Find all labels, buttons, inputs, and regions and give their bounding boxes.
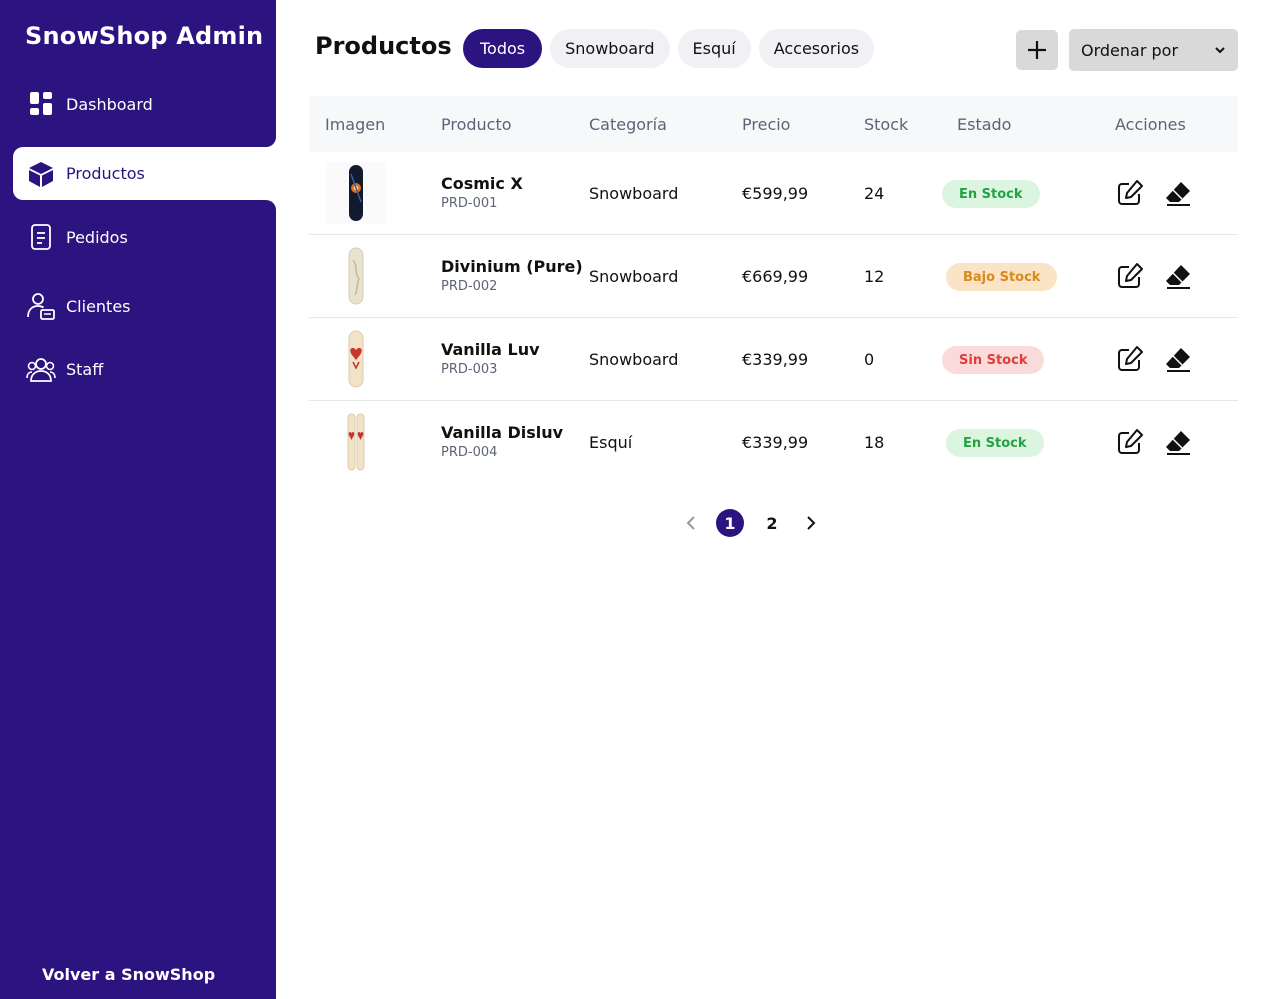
product-stock: 0 <box>864 350 875 369</box>
page-button-1[interactable]: 1 <box>716 509 744 537</box>
column-header-imagen: Imagen <box>325 115 386 134</box>
brand-title: SnowShop Admin <box>25 22 264 50</box>
status-badge: En Stock <box>946 429 1044 457</box>
edit-button[interactable] <box>1115 178 1145 208</box>
sidebar: SnowShop Admin Dashboard Productos Pedid… <box>0 0 276 999</box>
product-code: PRD-004 <box>441 445 498 460</box>
page-title: Productos <box>315 32 452 60</box>
document-icon <box>26 222 56 252</box>
product-price: €339,99 <box>742 433 809 452</box>
chevron-left-icon <box>686 516 695 530</box>
dashboard-grid-icon <box>26 89 56 119</box>
product-image <box>326 411 386 473</box>
sidebar-item-productos[interactable]: Productos <box>13 147 276 200</box>
box-icon <box>26 159 56 189</box>
page-button-2[interactable]: 2 <box>758 509 786 537</box>
back-to-shop-link[interactable]: Volver a SnowShop <box>42 965 215 984</box>
delete-button[interactable] <box>1163 427 1193 457</box>
delete-button[interactable] <box>1163 178 1193 208</box>
active-notch-bottom <box>13 200 276 210</box>
column-header-categoria: Categoría <box>589 115 667 134</box>
sidebar-item-label: Productos <box>66 164 145 183</box>
category-filters: Todos Snowboard Esquí Accesorios <box>463 29 875 68</box>
sidebar-item-label: Dashboard <box>66 94 153 114</box>
product-category: Snowboard <box>589 350 679 369</box>
product-name: Vanilla Disluv <box>441 423 564 442</box>
edit-icon <box>1118 429 1143 454</box>
column-header-precio: Precio <box>742 115 791 134</box>
product-stock: 12 <box>864 267 885 286</box>
delete-button[interactable] <box>1163 344 1193 374</box>
sidebar-item-pedidos[interactable]: Pedidos <box>0 211 276 263</box>
product-name: Cosmic X <box>441 174 523 193</box>
eraser-delete-icon <box>1166 265 1190 289</box>
table-row: Divinium (Pure) PRD-002 Snowboard €669,9… <box>309 235 1238 318</box>
product-name: Divinium (Pure) <box>441 257 583 276</box>
product-image <box>326 328 386 390</box>
product-code: PRD-003 <box>441 362 498 377</box>
product-image <box>326 162 386 224</box>
products-table: Imagen Producto Categoría Precio Stock E… <box>309 96 1238 484</box>
product-name: Vanilla Luv <box>441 340 540 359</box>
product-code: PRD-001 <box>441 196 498 211</box>
edit-button[interactable] <box>1115 261 1145 291</box>
filter-chip-accesorios[interactable]: Accesorios <box>758 29 875 68</box>
product-stock: 18 <box>864 433 885 452</box>
column-header-estado: Estado <box>957 115 1012 134</box>
edit-icon <box>1118 346 1143 371</box>
filter-chip-todos[interactable]: Todos <box>463 29 543 68</box>
table-row: Vanilla Luv PRD-003 Snowboard €339,99 0 … <box>309 318 1238 401</box>
delete-button[interactable] <box>1163 261 1193 291</box>
product-image <box>326 245 386 307</box>
table-row: Vanilla Disluv PRD-004 Esquí €339,99 18 … <box>309 401 1238 484</box>
product-category: Esquí <box>589 433 633 452</box>
product-stock: 24 <box>864 184 885 203</box>
chevron-right-icon <box>807 516 816 530</box>
sidebar-item-label: Clientes <box>66 296 131 316</box>
sidebar-item-label: Staff <box>66 359 104 379</box>
status-badge: Sin Stock <box>942 346 1045 374</box>
active-notch-top <box>13 137 276 147</box>
product-price: €339,99 <box>742 350 809 369</box>
filter-chip-esqui[interactable]: Esquí <box>677 29 751 68</box>
product-category: Snowboard <box>589 267 679 286</box>
sidebar-item-label: Pedidos <box>66 227 128 247</box>
edit-icon <box>1118 180 1143 205</box>
previous-page-button[interactable] <box>680 509 702 537</box>
column-header-producto: Producto <box>441 115 512 134</box>
product-price: €599,99 <box>742 184 809 203</box>
product-price: €669,99 <box>742 267 809 286</box>
users-icon <box>26 354 56 384</box>
pagination: 1 2 <box>680 509 822 537</box>
table-header: Imagen Producto Categoría Precio Stock E… <box>309 96 1238 152</box>
eraser-delete-icon <box>1166 182 1190 206</box>
chevron-down-icon <box>1215 47 1225 54</box>
edit-button[interactable] <box>1115 427 1145 457</box>
product-code: PRD-002 <box>441 279 498 294</box>
user-card-icon <box>26 291 56 321</box>
eraser-delete-icon <box>1166 431 1190 455</box>
column-header-stock: Stock <box>864 115 909 134</box>
status-badge: En Stock <box>942 180 1040 208</box>
status-badge: Bajo Stock <box>946 263 1058 291</box>
filter-chip-snowboard[interactable]: Snowboard <box>550 29 670 68</box>
add-product-button[interactable] <box>1016 30 1058 70</box>
sidebar-item-dashboard[interactable]: Dashboard <box>0 78 276 130</box>
edit-icon <box>1118 263 1143 288</box>
eraser-delete-icon <box>1166 348 1190 372</box>
sidebar-item-staff[interactable]: Staff <box>0 343 276 395</box>
sidebar-item-clientes[interactable]: Clientes <box>0 280 276 332</box>
plus-icon <box>1028 41 1046 59</box>
product-category: Snowboard <box>589 184 679 203</box>
sort-select[interactable]: Ordenar por <box>1069 29 1238 71</box>
table-row: Cosmic X PRD-001 Snowboard €599,99 24 En… <box>309 152 1238 235</box>
edit-button[interactable] <box>1115 344 1145 374</box>
next-page-button[interactable] <box>800 509 822 537</box>
column-header-acciones: Acciones <box>1115 115 1186 134</box>
sort-select-label: Ordenar por <box>1081 40 1179 60</box>
